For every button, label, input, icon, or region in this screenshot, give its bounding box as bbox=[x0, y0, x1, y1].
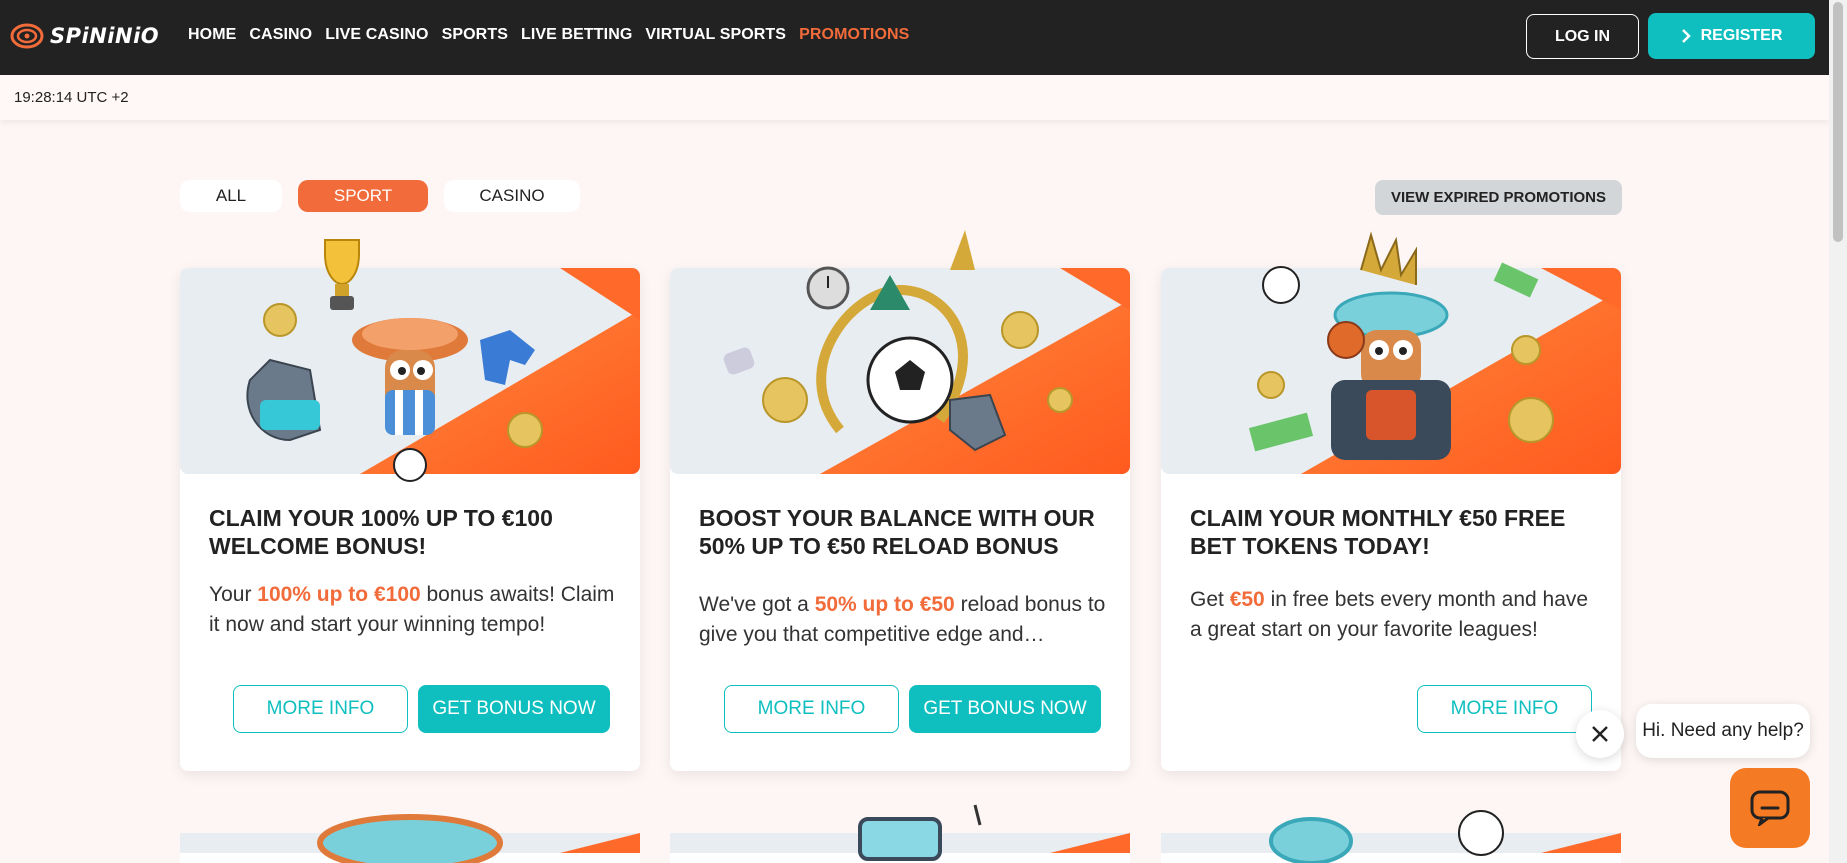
scrollbar-thumb[interactable] bbox=[1833, 2, 1843, 242]
nav-sports[interactable]: SPORTS bbox=[442, 26, 508, 44]
login-button[interactable]: LOG IN bbox=[1526, 14, 1639, 59]
filter-all[interactable]: ALL bbox=[180, 180, 282, 212]
nav-promotions[interactable]: PROMOTIONS bbox=[799, 26, 909, 44]
promo-card: BOOST YOUR BALANCE WITH OUR 50% UP TO €5… bbox=[670, 230, 1130, 771]
promo-image-partial bbox=[1161, 810, 1621, 863]
nav-live-casino[interactable]: LIVE CASINO bbox=[325, 26, 428, 44]
promo-card-partial bbox=[1161, 810, 1621, 863]
desc-highlight: €50 bbox=[1229, 588, 1265, 611]
main-nav: HOME CASINO LIVE CASINO SPORTS LIVE BETT… bbox=[188, 26, 909, 44]
promo-image-welcome bbox=[180, 239, 640, 482]
close-icon bbox=[1592, 726, 1608, 742]
filter-casino[interactable]: CASINO bbox=[444, 180, 580, 212]
desc-highlight: 50% up to €50 bbox=[814, 593, 955, 616]
desc-text: Get bbox=[1190, 588, 1230, 611]
nav-virtual-sports[interactable]: VIRTUAL SPORTS bbox=[645, 26, 786, 44]
promo-image-free-bets bbox=[1161, 231, 1621, 474]
register-label: REGISTER bbox=[1700, 27, 1783, 44]
register-button[interactable]: REGISTER bbox=[1648, 13, 1815, 59]
promo-card-partial bbox=[180, 814, 640, 863]
promo-image-reload bbox=[670, 230, 1130, 474]
nav-live-betting[interactable]: LIVE BETTING bbox=[521, 26, 632, 44]
filter-sport[interactable]: SPORT bbox=[298, 180, 428, 212]
chat-close-button[interactable] bbox=[1576, 710, 1624, 758]
more-info-button[interactable]: MORE INFO bbox=[1417, 685, 1592, 733]
promo-description: Your 100% up to €100 bonus awaits! Claim… bbox=[209, 580, 619, 640]
desc-text: Your bbox=[209, 583, 258, 606]
promo-card: CLAIM YOUR MONTHLY €50 FREE BET TOKENS T… bbox=[1161, 231, 1621, 771]
promo-image-partial bbox=[180, 814, 640, 863]
chat-launcher-button[interactable] bbox=[1730, 768, 1810, 848]
promo-title: CLAIM YOUR 100% UP TO €100 WELCOME BONUS… bbox=[209, 505, 553, 559]
promo-card-partial bbox=[670, 804, 1130, 863]
promo-filter-tabs: ALL SPORT CASINO bbox=[180, 180, 580, 212]
get-bonus-button[interactable]: GET BONUS NOW bbox=[909, 685, 1101, 733]
clock-text: 19:28:14 UTC +2 bbox=[14, 89, 129, 106]
promo-description: Get €50 in free bets every month and hav… bbox=[1190, 585, 1600, 645]
site-logo[interactable]: SPiNiNiO bbox=[10, 22, 159, 50]
desc-text: We've got a bbox=[699, 593, 815, 616]
more-info-button[interactable]: MORE INFO bbox=[233, 685, 408, 733]
logo-icon bbox=[10, 23, 44, 49]
chevron-right-icon bbox=[1681, 29, 1691, 43]
chat-greeting[interactable]: Hi. Need any help? bbox=[1636, 704, 1810, 758]
promo-image-partial bbox=[670, 804, 1130, 861]
logo-text: SPiNiNiO bbox=[50, 24, 160, 48]
get-bonus-button[interactable]: GET BONUS NOW bbox=[418, 685, 610, 733]
view-expired-promotions-button[interactable]: VIEW EXPIRED PROMOTIONS bbox=[1375, 180, 1622, 215]
desc-highlight: 100% up to €100 bbox=[257, 583, 421, 606]
chat-icon bbox=[1750, 790, 1790, 826]
time-bar: 19:28:14 UTC +2 bbox=[0, 75, 1829, 120]
promo-description: We've got a 50% up to €50 reload bonus t… bbox=[699, 590, 1109, 650]
promo-title: BOOST YOUR BALANCE WITH OUR 50% UP TO €5… bbox=[699, 505, 1095, 559]
top-navbar: SPiNiNiO HOME CASINO LIVE CASINO SPORTS … bbox=[0, 0, 1829, 75]
nav-home[interactable]: HOME bbox=[188, 26, 236, 44]
more-info-button[interactable]: MORE INFO bbox=[724, 685, 899, 733]
promo-title: CLAIM YOUR MONTHLY €50 FREE BET TOKENS T… bbox=[1190, 505, 1566, 559]
page-scrollbar[interactable] bbox=[1829, 0, 1847, 863]
nav-casino[interactable]: CASINO bbox=[249, 26, 312, 44]
promo-card: CLAIM YOUR 100% UP TO €100 WELCOME BONUS… bbox=[180, 239, 640, 771]
